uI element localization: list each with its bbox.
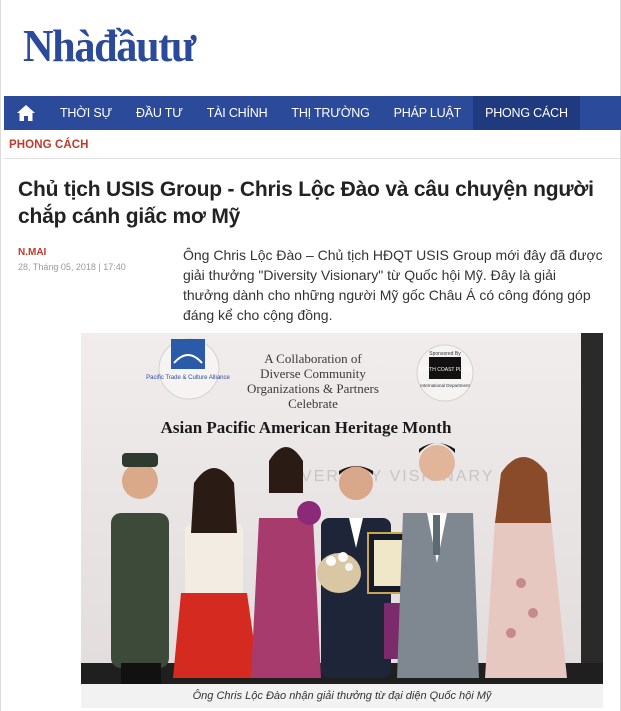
svg-text:International Department: International Department <box>420 383 470 388</box>
home-icon <box>17 105 35 121</box>
backdrop-banner: DIVERSITY VISIONARY <box>281 468 494 485</box>
main-nav: THỜI SỰ ĐẦU TƯ TÀI CHÍNH THỊ TRƯỜNG PHÁP… <box>4 96 621 130</box>
divider <box>4 158 621 159</box>
backdrop-line-3: Organizations & Partners <box>247 381 379 396</box>
dark-curtain <box>581 333 603 684</box>
article-date: 28, Tháng 05, 2018 | 17:40 <box>18 262 126 272</box>
article-sapo: Ông Chris Lộc Đào – Chủ tịch HĐQT USIS G… <box>183 247 603 323</box>
nav-item-tai-chinh[interactable]: TÀI CHÍNH <box>195 96 280 130</box>
nav-item-dau-tu[interactable]: ĐẦU TƯ <box>124 96 195 130</box>
article-title: Chủ tịch USIS Group - Chris Lộc Đào và c… <box>18 178 594 228</box>
section-breadcrumb[interactable]: PHONG CÁCH <box>9 139 89 151</box>
article-photo[interactable]: Pacific Trade & Culture Alliance A Colla… <box>81 333 603 684</box>
svg-text:SOUTH COAST PLAZA: SOUTH COAST PLAZA <box>418 367 472 373</box>
right-seal: Sponsored By SOUTH COAST PLAZA Internati… <box>416 344 474 402</box>
article-author[interactable]: N.MAI <box>18 247 46 258</box>
backdrop-line-4: Celebrate <box>288 396 338 411</box>
site-logo[interactable]: Nhàđầutư <box>23 22 210 70</box>
photo-caption: Ông Chris Lộc Đào nhận giải thưởng từ đạ… <box>81 684 603 708</box>
nav-item-thi-truong[interactable]: THỊ TRƯỜNG <box>279 96 381 130</box>
page-frame: Nhàđầutư THỜI SỰ ĐẦU TƯ TÀI CHÍNH THỊ TR… <box>0 0 621 711</box>
nav-item-phap-luat[interactable]: PHÁP LUẬT <box>382 96 473 130</box>
site-logo-text[interactable]: Nhàđầutư <box>23 22 196 70</box>
svg-text:Sponsored By: Sponsored By <box>429 351 461 357</box>
backdrop-heading: Asian Pacific American Heritage Month <box>161 418 452 437</box>
nav-item-thoi-su[interactable]: THỜI SỰ <box>48 96 124 130</box>
photo-scene: Pacific Trade & Culture Alliance A Colla… <box>81 333 603 684</box>
svg-text:Pacific Trade & Culture Allian: Pacific Trade & Culture Alliance <box>146 375 230 381</box>
nav-item-phong-cach[interactable]: PHONG CÁCH <box>473 96 580 130</box>
backdrop-line-1: A Collaboration of <box>264 351 362 366</box>
backdrop-line-2: Diverse Community <box>260 366 366 381</box>
nav-home-button[interactable] <box>4 96 48 130</box>
